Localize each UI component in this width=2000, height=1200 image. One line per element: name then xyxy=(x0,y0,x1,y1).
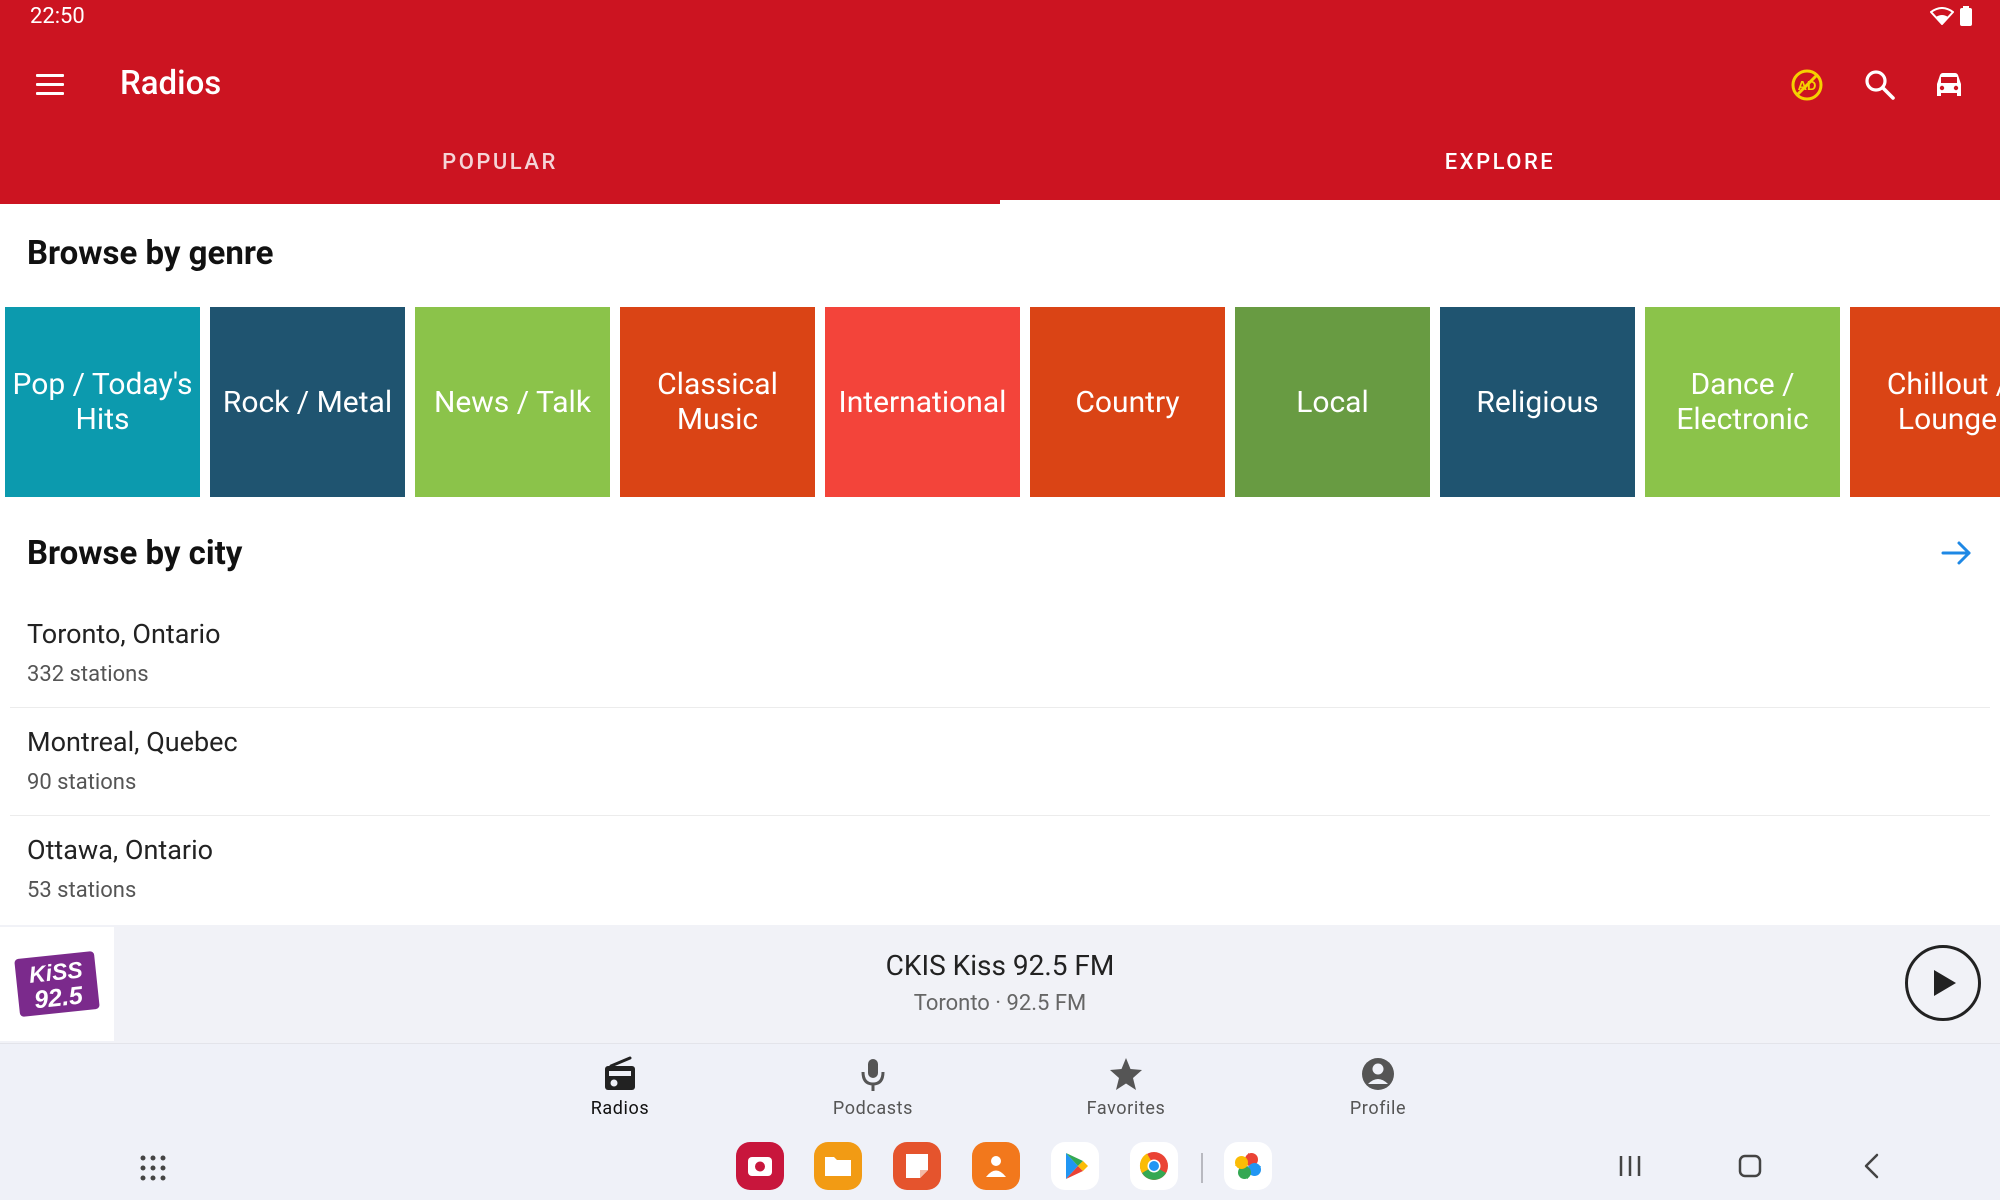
city-name: Montreal, Quebec xyxy=(27,726,238,758)
home-icon[interactable] xyxy=(1735,1151,1765,1181)
tab-explore[interactable]: EXPLORE xyxy=(1000,150,2000,204)
genre-tile-local[interactable]: Local xyxy=(1235,307,1430,497)
station-logo: KiSS 92.5 xyxy=(0,927,114,1041)
city-station-count: 90 stations xyxy=(27,770,137,795)
genre-tile-chillout[interactable]: Chillout / Lounge xyxy=(1850,307,2000,497)
now-playing-subtitle: Toronto · 92.5 FM xyxy=(913,991,1087,1016)
city-section-title: Browse by city xyxy=(27,534,243,573)
mini-player[interactable]: KiSS 92.5 CKIS Kiss 92.5 FM Toronto · 92… xyxy=(0,925,2000,1043)
battery-icon xyxy=(1960,6,1972,26)
page-title: Radios xyxy=(120,64,222,103)
genre-tile-pop[interactable]: Pop / Today's Hits xyxy=(5,307,200,497)
now-playing-station: CKIS Kiss 92.5 FM xyxy=(885,949,1115,982)
photos-app-icon[interactable] xyxy=(1224,1142,1272,1190)
city-station-count: 332 stations xyxy=(27,662,149,687)
city-item-montreal[interactable]: Montreal, Quebec 90 stations xyxy=(10,708,1990,816)
genre-tile-classical[interactable]: Classical Music xyxy=(620,307,815,497)
microphone-icon xyxy=(861,1059,885,1091)
tab-popular[interactable]: POPULAR xyxy=(0,150,1000,204)
back-icon[interactable] xyxy=(1857,1151,1887,1181)
nav-label: Profile xyxy=(1349,1098,1407,1119)
genre-section-title: Browse by genre xyxy=(27,234,274,273)
genre-tile-news[interactable]: News / Talk xyxy=(415,307,610,497)
menu-line xyxy=(36,73,64,77)
app-bar: 22:50 Radios AD POPULAR EXPLORE xyxy=(0,0,2000,204)
genre-tile-country[interactable]: Country xyxy=(1030,307,1225,497)
play-button[interactable] xyxy=(1905,945,1981,1021)
play-icon xyxy=(1934,970,1956,996)
radio-icon xyxy=(605,1056,635,1090)
status-icons xyxy=(1930,6,1972,26)
nav-label: Radios xyxy=(590,1098,650,1119)
nav-item-radios[interactable]: Radios xyxy=(540,1054,700,1119)
app-drawer-icon[interactable] xyxy=(138,1153,168,1183)
nav-label: Favorites xyxy=(1086,1098,1166,1119)
menu-button[interactable] xyxy=(36,66,72,102)
nav-item-podcasts[interactable]: Podcasts xyxy=(793,1054,953,1119)
city-name: Toronto, Ontario xyxy=(27,618,221,650)
tab-indicator xyxy=(1000,200,2000,204)
camera-app-icon[interactable] xyxy=(736,1142,784,1190)
contacts-app-icon[interactable] xyxy=(972,1142,1020,1190)
star-icon xyxy=(1110,1058,1142,1090)
notes-app-icon[interactable] xyxy=(893,1142,941,1190)
account-circle-icon xyxy=(1362,1058,1394,1090)
play-store-icon[interactable] xyxy=(1051,1142,1099,1190)
nav-item-favorites[interactable]: Favorites xyxy=(1046,1054,1206,1119)
genre-tile-international[interactable]: International xyxy=(825,307,1020,497)
car-mode-icon[interactable] xyxy=(1932,68,1966,102)
nav-label: Podcasts xyxy=(832,1098,914,1119)
no-ads-icon[interactable]: AD xyxy=(1790,68,1824,102)
dock-divider xyxy=(1201,1153,1203,1183)
city-station-count: 53 stations xyxy=(27,878,137,903)
city-item-ottawa[interactable]: Ottawa, Ontario 53 stations xyxy=(10,816,1990,924)
city-name: Ottawa, Ontario xyxy=(27,834,214,866)
nav-item-profile[interactable]: Profile xyxy=(1298,1054,1458,1119)
recent-apps-icon[interactable] xyxy=(1615,1151,1645,1181)
genre-tile-religious[interactable]: Religious xyxy=(1440,307,1635,497)
search-icon[interactable] xyxy=(1863,68,1897,102)
menu-line xyxy=(36,82,64,86)
status-bar: 22:50 xyxy=(0,0,2000,36)
bottom-navigation: Radios Podcasts Favorites Profile xyxy=(0,1043,2000,1131)
genre-tile-rock[interactable]: Rock / Metal xyxy=(210,307,405,497)
city-item-toronto[interactable]: Toronto, Ontario 332 stations xyxy=(10,600,1990,708)
wifi-icon xyxy=(1930,7,1954,25)
genre-tile-dance[interactable]: Dance / Electronic xyxy=(1645,307,1840,497)
chrome-icon[interactable] xyxy=(1130,1142,1178,1190)
arrow-right-icon[interactable] xyxy=(1940,538,1974,568)
menu-line xyxy=(36,91,64,95)
files-app-icon[interactable] xyxy=(814,1142,862,1190)
system-taskbar xyxy=(0,1131,2000,1200)
status-time: 22:50 xyxy=(30,4,85,29)
genre-carousel[interactable]: Pop / Today's Hits Rock / Metal News / T… xyxy=(5,307,2000,497)
